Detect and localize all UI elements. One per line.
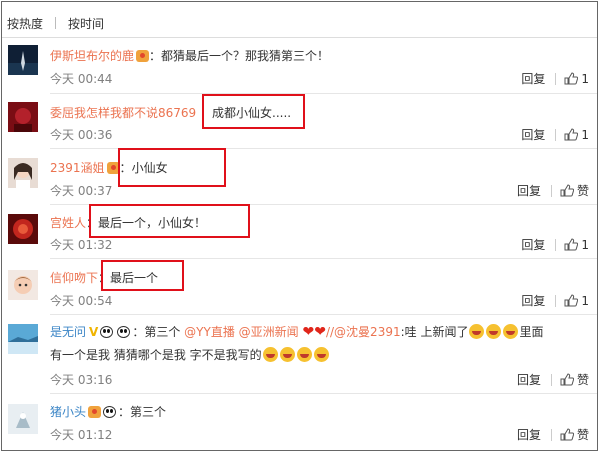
thumbs-up-icon[interactable]	[564, 128, 579, 141]
avatar[interactable]	[8, 270, 38, 300]
avatar[interactable]	[8, 404, 38, 434]
comment-text: 伊斯坦布尔的鹿 ：都猜最后一个？那我猜第三个！	[50, 49, 330, 63]
like-count[interactable]: 1	[581, 294, 589, 308]
vip-badge-icon	[88, 406, 102, 418]
highlight-box	[89, 204, 250, 238]
laugh-emoji-icon	[313, 347, 329, 362]
comment-actions: 回复 1	[521, 236, 589, 253]
mention-link[interactable]: //@沈曼2391	[326, 325, 401, 339]
reply-button[interactable]: 回复	[521, 292, 545, 309]
mention-link[interactable]: @YY直播	[184, 325, 235, 339]
comment-actions: 回复 赞	[517, 426, 589, 443]
panda-emoji-icon	[117, 326, 131, 338]
comment-actions: 回复 赞	[517, 371, 589, 388]
username-link[interactable]: 宫姓人	[50, 216, 86, 230]
username-link[interactable]: 猪小头	[50, 405, 86, 419]
avatar[interactable]	[8, 214, 38, 244]
avatar[interactable]	[8, 45, 38, 75]
avatar[interactable]	[8, 324, 38, 354]
sort-separator	[55, 17, 57, 29]
like-count[interactable]: 1	[581, 128, 589, 142]
vip-badge-icon	[136, 50, 150, 62]
reply-button[interactable]: 回复	[521, 236, 545, 253]
comment-time: 今天 01:32	[50, 238, 113, 252]
mention-link[interactable]: @亚洲新闻	[239, 325, 299, 339]
header-divider	[2, 37, 597, 38]
verified-v-icon: V	[89, 325, 99, 339]
comment-actions: 回复 1	[521, 292, 589, 309]
comment-time: 今天 00:37	[50, 184, 113, 198]
comment-content: 第三个	[130, 405, 167, 419]
sort-bar: 按热度 按时间	[7, 14, 104, 32]
comment-time: 今天 00:54	[50, 294, 113, 308]
laugh-emoji-icon	[486, 324, 502, 339]
heart-icon: ❤❤	[302, 324, 326, 340]
comment-time: 今天 01:12	[50, 428, 113, 442]
highlight-box	[202, 94, 305, 129]
username-link[interactable]: 2391涵姐	[50, 161, 105, 175]
comment-time: 今天 03:16	[50, 373, 113, 387]
highlight-box	[118, 148, 226, 187]
sort-by-hot-tab[interactable]: 按热度	[7, 15, 43, 32]
reply-button[interactable]: 回复	[517, 426, 541, 443]
username-link[interactable]: 信仰吻下	[50, 271, 98, 285]
thumbs-up-icon[interactable]	[560, 373, 574, 386]
thumbs-up-icon[interactable]	[560, 184, 574, 197]
username-link[interactable]: 委屈我怎样我都不说86769	[50, 106, 196, 120]
panda-emoji-icon	[103, 406, 117, 418]
username-link[interactable]: 是无问	[50, 325, 86, 339]
comment-actions: 回复 1	[521, 70, 589, 87]
avatar[interactable]	[8, 102, 38, 132]
laugh-emoji-icon	[469, 324, 485, 339]
thumbs-up-icon[interactable]	[564, 238, 579, 251]
comment-text-line2: 有一个是我 猜猜哪个是我 字不是我写的	[50, 347, 330, 363]
avatar[interactable]	[8, 158, 38, 188]
like-count[interactable]: 赞	[577, 426, 589, 443]
reply-button[interactable]: 回复	[521, 126, 545, 143]
laugh-emoji-icon	[296, 347, 312, 362]
comment-actions: 回复 赞	[517, 182, 589, 199]
reply-button[interactable]: 回复	[521, 70, 545, 87]
comment-actions: 回复 1	[521, 126, 589, 143]
comment-text: 是无问 V ：第三个 @YY直播 @亚洲新闻 ❤❤//@沈曼2391:哇 上新闻了里…	[50, 324, 544, 340]
laugh-emoji-icon	[503, 324, 519, 339]
comment-text: 委屈我怎样我都不说86769	[50, 105, 196, 121]
like-count[interactable]: 1	[581, 238, 589, 252]
laugh-emoji-icon	[262, 347, 278, 362]
monkey-emoji-icon	[100, 326, 114, 338]
like-count[interactable]: 1	[581, 72, 589, 86]
comment-panel: 按热度 按时间 伊斯坦布尔的鹿 ：都猜最后一个？那我猜第三个！ 今天 00:44 …	[1, 1, 598, 451]
thumbs-up-icon[interactable]	[564, 294, 579, 307]
reply-button[interactable]: 回复	[517, 371, 541, 388]
thumbs-up-icon[interactable]	[564, 72, 579, 85]
like-count[interactable]: 赞	[577, 371, 589, 388]
sort-by-time-tab[interactable]: 按时间	[68, 15, 104, 32]
comment-content: 都猜最后一个？那我猜第三个！	[161, 49, 330, 63]
comment-time: 今天 00:36	[50, 128, 113, 142]
comment-text: 猪小头 ：第三个	[50, 405, 167, 419]
laugh-emoji-icon	[279, 347, 295, 362]
comment-time: 今天 00:44	[50, 72, 113, 86]
reply-button[interactable]: 回复	[517, 182, 541, 199]
like-count[interactable]: 赞	[577, 182, 589, 199]
username-link[interactable]: 伊斯坦布尔的鹿	[50, 49, 134, 63]
highlight-box	[101, 260, 184, 291]
thumbs-up-icon[interactable]	[560, 428, 574, 441]
